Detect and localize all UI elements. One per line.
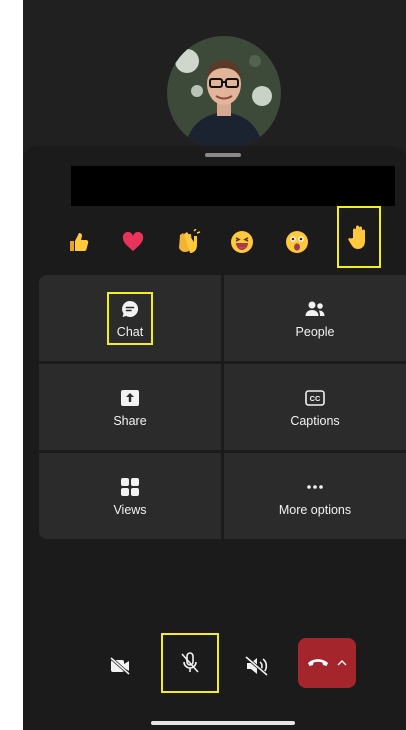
cc-icon: CC [304,387,326,409]
raised-hand-icon [348,225,365,249]
camera-toggle-button[interactable] [101,650,139,682]
speaker-off-icon [245,656,268,676]
participant-avatar [167,36,281,150]
reaction-heart-button[interactable] [115,224,151,260]
reactions-bar [23,206,406,268]
people-icon [304,298,326,320]
svg-text:CC: CC [310,394,321,403]
chevron-up-icon [337,660,347,666]
share-icon [119,387,141,409]
sheet-drag-handle[interactable] [205,153,241,157]
hang-up-button[interactable] [298,638,356,688]
more-options-button[interactable]: More options [224,453,406,539]
ellipsis-icon [304,476,326,498]
views-label: Views [113,502,147,517]
home-indicator [151,721,295,725]
reaction-like-button[interactable] [61,224,97,260]
speaker-toggle-button[interactable] [239,650,275,682]
chat-bubble-icon [119,298,141,320]
redacted-meeting-title [71,166,395,206]
laughing-face-icon [231,231,253,253]
views-button[interactable]: Views [39,453,221,539]
thumbs-up-icon [70,233,89,251]
mic-toggle-button[interactable] [161,633,219,693]
camera-off-icon [110,657,130,675]
options-grid: Chat People Share CC Captions Views More… [39,275,406,539]
heart-icon [122,231,144,251]
share-button[interactable]: Share [39,364,221,450]
call-screen: Chat People Share CC Captions Views More… [23,0,406,730]
reaction-surprised-button[interactable] [279,224,315,260]
people-label: People [295,324,335,339]
reaction-applause-button[interactable] [170,224,206,260]
people-button[interactable]: People [224,275,406,361]
share-label: Share [113,413,147,428]
call-options-sheet: Chat People Share CC Captions Views More… [23,146,406,730]
reaction-raise-hand-button[interactable] [337,206,381,268]
chat-button[interactable]: Chat [106,291,154,345]
more-options-label: More options [278,502,352,517]
chat-label: Chat [116,324,144,339]
clapping-hands-icon [179,229,201,253]
hang-up-icon [308,659,328,666]
mic-off-icon [181,652,199,673]
grid-icon [119,476,141,498]
captions-button[interactable]: CC Captions [224,364,406,450]
chat-tile[interactable]: Chat [39,275,221,361]
captions-label: Captions [290,413,340,428]
surprised-face-icon [286,231,308,253]
reaction-laugh-button[interactable] [224,224,260,260]
